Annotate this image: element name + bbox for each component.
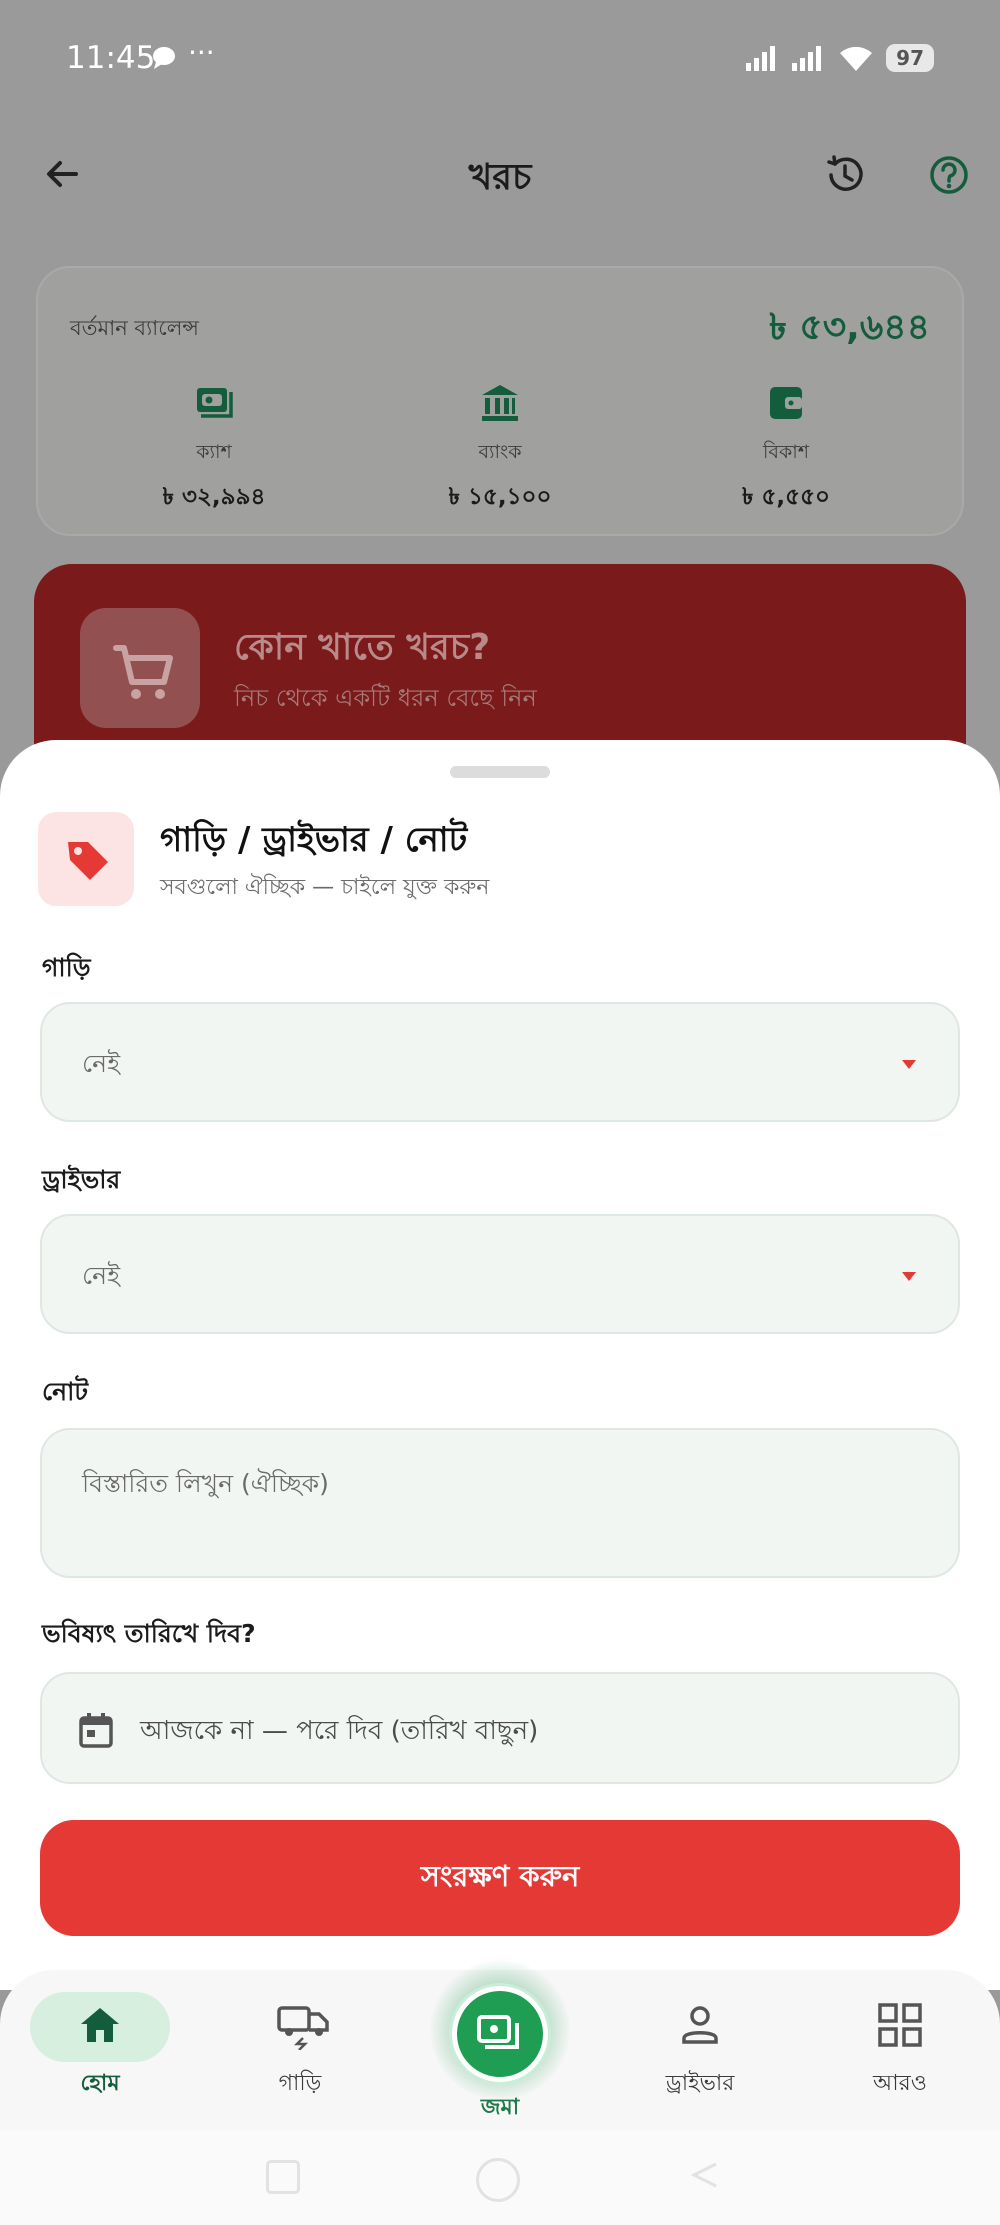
drag-handle[interactable] [450,766,550,778]
bank-label: ব্যাংক [478,441,522,463]
cash-icon [191,380,237,426]
sheet-subtitle: সবগুলো ঐচ্ছিক — চাইলে যুক্ত করুন [160,875,490,900]
driver-select-value: নেই [82,1261,121,1290]
nav-driver[interactable]: ড্রাইভার [630,2000,770,2103]
banner-title: কোন খাতে খরচ? [234,627,491,668]
cash-label: ক্যাশ [196,441,232,463]
bkash-value: ৳ ৫,৫৫০ [742,484,830,510]
note-placeholder: বিস্তারিত লিখুন (ঐচ্ছিক) [82,1469,329,1498]
future-date-text: আজকে না — পরে দিব (তারিখ বাছুন) [140,1716,539,1746]
chat-notification-icon [150,44,178,76]
nav-driver-label: ড্রাইভার [665,2071,735,2096]
bank-icon [477,380,523,426]
bottom-sheet [0,740,1000,1990]
cash-value: ৳ ৩২,৯৯৪ [162,484,266,510]
nav-vehicle[interactable]: গাড়ি [230,2000,370,2103]
status-icons: 97 [746,44,934,72]
calendar-icon [76,1710,116,1750]
back-system-button[interactable] [690,2160,720,2190]
back-triangle-icon [690,2162,717,2188]
balance-bank: ব্যাংক ৳ ১৫,১০০ [400,380,600,517]
nav-more[interactable]: আরও [830,2000,970,2103]
cash-icon [477,2015,519,2049]
history-button[interactable] [822,152,868,198]
note-label: নোট [42,1377,88,1406]
tag-icon-box [38,812,134,906]
vehicle-select-value: নেই [82,1049,121,1078]
history-icon [827,155,863,191]
future-date-label: ভবিষ্যৎ তারিখে দিব? [42,1619,256,1648]
driver-select[interactable] [40,1214,960,1334]
deposit-fab-button[interactable] [452,1986,548,2082]
help-icon [930,156,968,194]
vehicle-label: গাড়ি [42,953,91,982]
nav-deposit-label: জমা [480,2095,520,2120]
signal-icon [792,46,822,71]
balance-total: ৳ ৫৩,৬৪৪ [768,307,930,348]
chevron-down-icon [900,1056,918,1070]
nav-vehicle-label: গাড়ি [278,2071,322,2096]
driver-label: ড্রাইভার [42,1165,121,1194]
recents-button[interactable] [266,2160,300,2194]
battery-indicator: 97 [886,44,934,72]
bank-value: ৳ ১৫,১০০ [448,484,552,510]
balance-label: বর্তমান ব্যালেন্স [70,316,199,340]
sheet-title: গাড়ি / ড্রাইভার / নোট [160,820,468,860]
person-icon [675,2000,725,2050]
signal-icon [746,46,776,71]
help-button[interactable] [926,152,972,198]
nav-home-label: হোম [80,2071,120,2096]
save-button[interactable]: সংরক্ষণ করুন [40,1820,960,1936]
chevron-down-icon [900,1268,918,1282]
balance-cash: ক্যাশ ৳ ৩২,৯৯৪ [114,380,314,517]
cart-icon [113,645,173,699]
nav-home[interactable]: হোম [30,2000,170,2103]
status-time: 11:45 [66,40,156,76]
cart-icon-box [80,608,200,728]
wallet-icon [763,380,809,426]
truck-icon [275,2000,329,2051]
bkash-label: বিকাশ [762,441,810,463]
grid-icon [875,2000,925,2050]
banner-subtitle: নিচ থেকে একটি ধরন বেছে নিন [234,684,537,712]
nav-more-label: আরও [873,2071,927,2096]
wifi-icon [840,46,873,71]
vehicle-select[interactable] [40,1002,960,1122]
more-notifications: ··· [188,36,215,69]
balance-bkash: বিকাশ ৳ ৫,৫৫০ [686,380,886,517]
tag-icon [68,842,108,880]
home-system-button[interactable] [476,2158,520,2202]
home-icon [75,2000,125,2050]
